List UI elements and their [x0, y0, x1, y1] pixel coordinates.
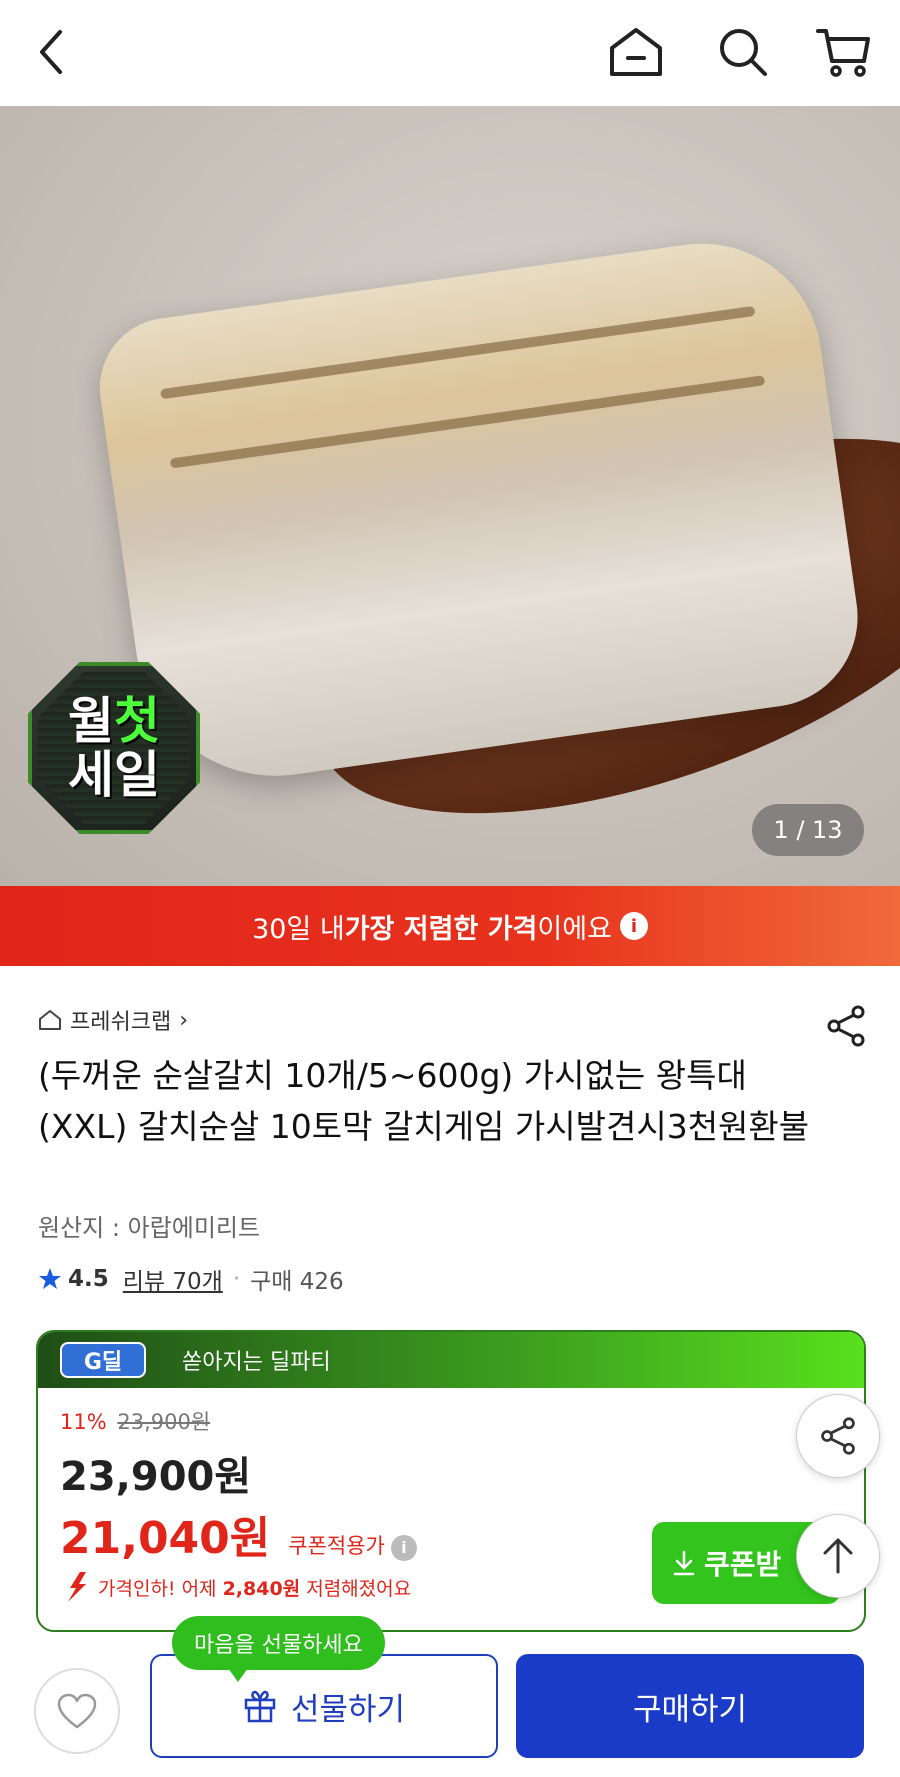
separator: ·	[232, 1266, 241, 1292]
buy-button[interactable]: 구매하기	[516, 1654, 864, 1758]
banner-text-bold: 가장 저렴한 가격	[344, 913, 538, 945]
scroll-top-button[interactable]	[796, 1514, 880, 1598]
review-link[interactable]: 리뷰 70개	[123, 1262, 223, 1296]
down-arrow-icon	[68, 1572, 86, 1602]
cart-button[interactable]	[814, 22, 874, 82]
deal-headline: 쏟아지는 딜파티	[182, 1350, 331, 1375]
deal-header: G딜 쏟아지는 딜파티	[38, 1332, 864, 1388]
coupon-price: 21,040원	[60, 1513, 271, 1564]
share-icon	[827, 1005, 865, 1047]
rating-score: 4.5	[68, 1266, 109, 1292]
arrow-up-icon	[823, 1538, 853, 1574]
info-icon[interactable]: i	[619, 912, 648, 940]
banner-text-post: 이에요	[537, 913, 612, 945]
store-name: 프레쉬크랩	[70, 1010, 172, 1035]
chevron-left-icon	[40, 30, 62, 74]
home-button[interactable]	[606, 22, 666, 82]
coupon-price-label: 쿠폰적용가	[288, 1534, 385, 1558]
g-deal-logo: G딜	[60, 1342, 146, 1378]
store-link[interactable]: 프레쉬크랩 ›	[38, 1004, 188, 1036]
gift-button-label: 선물하기	[290, 1691, 406, 1728]
purchase-count: 구매 426	[250, 1269, 344, 1295]
heart-icon	[57, 1693, 97, 1729]
search-button[interactable]	[713, 22, 773, 82]
floating-share-button[interactable]	[796, 1394, 880, 1478]
image-counter: 1 / 13	[752, 804, 864, 856]
discount-percent: 11%	[60, 1410, 107, 1434]
back-button[interactable]	[22, 22, 82, 82]
product-photo-fish	[90, 228, 870, 794]
discount-row: 11% 23,900원	[60, 1406, 210, 1436]
coupon-button-label: 쿠폰받	[704, 1548, 782, 1581]
chevron-right-icon: ›	[179, 1007, 189, 1033]
gift-icon	[244, 1690, 276, 1723]
product-title: (두꺼운 순살갈치 10개/5~600g) 가시없는 왕특대(XXL) 갈치순살…	[38, 1056, 810, 1146]
top-bar	[0, 0, 900, 106]
product-image-gallery[interactable]: 월첫 세일 1 / 13	[0, 106, 900, 886]
wishlist-button[interactable]	[34, 1668, 120, 1754]
banner-text-pre: 30일 내	[252, 913, 345, 945]
star-icon	[39, 1268, 61, 1289]
price-drop-notice: 가격인하! 어제 2,840원 저렴해졌어요	[64, 1572, 411, 1602]
share-icon	[821, 1417, 855, 1455]
cart-icon	[816, 29, 870, 77]
lowest-price-banner[interactable]: 30일 내 가장 저렴한 가격 이에요 i	[0, 886, 900, 966]
gift-tooltip: 마음을 선물하세요	[172, 1616, 385, 1682]
search-icon	[720, 29, 767, 76]
product-origin: 원산지 : 아랍에미리트	[38, 1214, 261, 1242]
info-icon[interactable]: i	[390, 1534, 417, 1561]
share-button[interactable]	[824, 1004, 868, 1048]
deal-card: G딜 쏟아지는 딜파티 11% 23,900원 23,900원 21,040원 …	[36, 1330, 866, 1632]
rating-row: 4.5 리뷰 70개 · 구매 426	[38, 1262, 344, 1296]
original-price: 23,900원	[117, 1410, 211, 1434]
bottom-action-bar: 선물하기 마음을 선물하세요 구매하기	[0, 1616, 900, 1777]
home-outline-icon	[39, 1010, 61, 1030]
coupon-price-row: 21,040원 쿠폰적용가 i	[60, 1502, 417, 1566]
download-icon	[673, 1550, 695, 1576]
home-icon	[610, 28, 662, 76]
price: 23,900원	[60, 1454, 252, 1500]
